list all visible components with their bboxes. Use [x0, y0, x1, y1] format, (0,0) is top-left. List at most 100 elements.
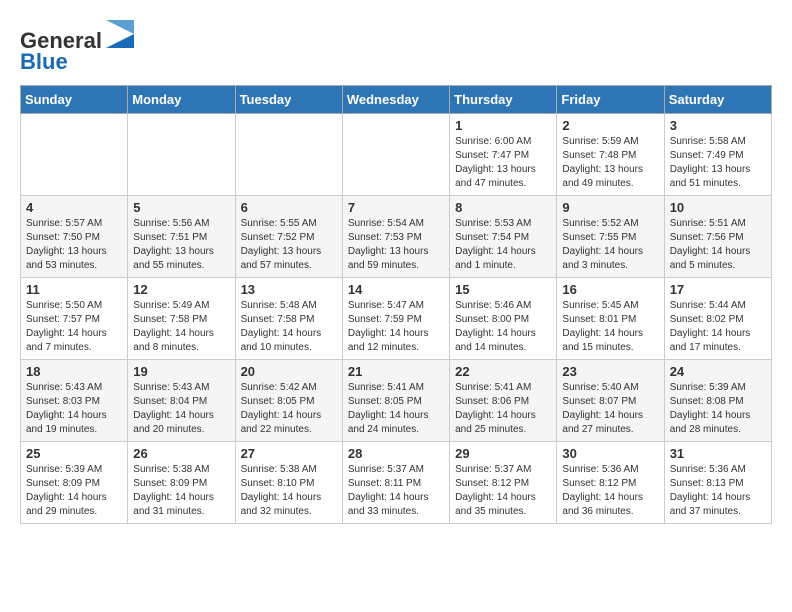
day-number: 20 [241, 364, 337, 379]
calendar-cell: 29Sunrise: 5:37 AM Sunset: 8:12 PM Dayli… [450, 442, 557, 524]
day-number: 4 [26, 200, 122, 215]
day-number: 16 [562, 282, 658, 297]
day-info: Sunrise: 5:44 AM Sunset: 8:02 PM Dayligh… [670, 299, 766, 355]
day-info: Sunrise: 5:41 AM Sunset: 8:06 PM Dayligh… [455, 381, 551, 437]
day-number: 5 [133, 200, 229, 215]
day-info: Sunrise: 5:43 AM Sunset: 8:03 PM Dayligh… [26, 381, 122, 437]
calendar-cell [235, 114, 342, 196]
day-info: Sunrise: 5:38 AM Sunset: 8:10 PM Dayligh… [241, 463, 337, 519]
calendar-cell: 6 Sunrise: 5:55 AM Sunset: 7:52 PM Daylig… [235, 196, 342, 278]
calendar-cell: 18 Sunrise: 5:43 AM Sunset: 8:03 PM Dayli… [21, 360, 128, 442]
day-number: 7 [348, 200, 444, 215]
day-number: 12 [133, 282, 229, 297]
day-number: 13 [241, 282, 337, 297]
day-info: Sunrise: 5:56 AM Sunset: 7:51 PM Dayligh… [133, 217, 229, 273]
day-number: 2 [562, 118, 658, 133]
day-number: 1 [455, 118, 551, 133]
calendar-cell: 7Sunrise: 5:54 AM Sunset: 7:53 PM Daylig… [342, 196, 449, 278]
day-info: Sunrise: 5:38 AM Sunset: 8:09 PM Dayligh… [133, 463, 229, 519]
logo-icon [106, 20, 134, 48]
calendar-cell: 12 Sunrise: 5:49 AM Sunset: 7:58 PM Dayli… [128, 278, 235, 360]
day-info: Sunrise: 5:37 AM Sunset: 8:11 PM Dayligh… [348, 463, 444, 519]
day-number: 18 [26, 364, 122, 379]
day-info: Sunrise: 5:53 AM Sunset: 7:54 PM Dayligh… [455, 217, 551, 273]
day-info: Sunrise: 5:42 AM Sunset: 8:05 PM Dayligh… [241, 381, 337, 437]
col-header-wednesday: Wednesday [342, 86, 449, 114]
calendar-cell: 2 Sunrise: 5:59 AM Sunset: 7:48 PM Daylig… [557, 114, 664, 196]
calendar-cell: 5 Sunrise: 5:56 AM Sunset: 7:51 PM Daylig… [128, 196, 235, 278]
day-info: Sunrise: 5:47 AM Sunset: 7:59 PM Dayligh… [348, 299, 444, 355]
day-info: Sunrise: 5:43 AM Sunset: 8:04 PM Dayligh… [133, 381, 229, 437]
calendar-cell: 21 Sunrise: 5:41 AM Sunset: 8:05 PM Dayli… [342, 360, 449, 442]
calendar-cell: 25 Sunrise: 5:39 AM Sunset: 8:09 PM Dayli… [21, 442, 128, 524]
calendar-cell: 27 Sunrise: 5:38 AM Sunset: 8:10 PM Dayli… [235, 442, 342, 524]
calendar-cell: 19 Sunrise: 5:43 AM Sunset: 8:04 PM Dayli… [128, 360, 235, 442]
day-info: Sunrise: 5:41 AM Sunset: 8:05 PM Dayligh… [348, 381, 444, 437]
calendar-cell: 23 Sunrise: 5:40 AM Sunset: 8:07 PM Dayli… [557, 360, 664, 442]
day-number: 26 [133, 446, 229, 461]
calendar-cell: 22 Sunrise: 5:41 AM Sunset: 8:06 PM Dayli… [450, 360, 557, 442]
day-info: Sunrise: 5:55 AM Sunset: 7:52 PM Dayligh… [241, 217, 337, 273]
calendar-cell: 30 Sunrise: 5:36 AM Sunset: 8:12 PM Dayli… [557, 442, 664, 524]
page-header: General Blue [20, 20, 772, 75]
col-header-sunday: Sunday [21, 86, 128, 114]
day-info: Sunrise: 5:58 AM Sunset: 7:49 PM Dayligh… [670, 135, 766, 191]
col-header-thursday: Thursday [450, 86, 557, 114]
calendar-cell: 13 Sunrise: 5:48 AM Sunset: 7:58 PM Dayli… [235, 278, 342, 360]
day-info: Sunrise: 5:36 AM Sunset: 8:13 PM Dayligh… [670, 463, 766, 519]
calendar-cell: 15 Sunrise: 5:46 AM Sunset: 8:00 PM Dayli… [450, 278, 557, 360]
day-info: Sunrise: 6:00 AM Sunset: 7:47 PM Dayligh… [455, 135, 551, 191]
week-row-4: 18 Sunrise: 5:43 AM Sunset: 8:03 PM Dayli… [21, 360, 772, 442]
calendar-cell: 17Sunrise: 5:44 AM Sunset: 8:02 PM Dayli… [664, 278, 771, 360]
calendar-cell: 20 Sunrise: 5:42 AM Sunset: 8:05 PM Dayli… [235, 360, 342, 442]
day-number: 15 [455, 282, 551, 297]
col-header-saturday: Saturday [664, 86, 771, 114]
day-info: Sunrise: 5:46 AM Sunset: 8:00 PM Dayligh… [455, 299, 551, 355]
day-number: 6 [241, 200, 337, 215]
day-info: Sunrise: 5:45 AM Sunset: 8:01 PM Dayligh… [562, 299, 658, 355]
day-info: Sunrise: 5:51 AM Sunset: 7:56 PM Dayligh… [670, 217, 766, 273]
day-number: 25 [26, 446, 122, 461]
day-number: 9 [562, 200, 658, 215]
day-info: Sunrise: 5:39 AM Sunset: 8:09 PM Dayligh… [26, 463, 122, 519]
calendar-cell: 31 Sunrise: 5:36 AM Sunset: 8:13 PM Dayli… [664, 442, 771, 524]
day-number: 24 [670, 364, 766, 379]
calendar-cell: 14 Sunrise: 5:47 AM Sunset: 7:59 PM Dayli… [342, 278, 449, 360]
day-info: Sunrise: 5:49 AM Sunset: 7:58 PM Dayligh… [133, 299, 229, 355]
calendar-cell: 1 Sunrise: 6:00 AM Sunset: 7:47 PM Daylig… [450, 114, 557, 196]
calendar-cell: 4Sunrise: 5:57 AM Sunset: 7:50 PM Daylig… [21, 196, 128, 278]
week-row-1: 1 Sunrise: 6:00 AM Sunset: 7:47 PM Daylig… [21, 114, 772, 196]
day-number: 28 [348, 446, 444, 461]
day-info: Sunrise: 5:40 AM Sunset: 8:07 PM Dayligh… [562, 381, 658, 437]
col-header-tuesday: Tuesday [235, 86, 342, 114]
calendar-cell: 10Sunrise: 5:51 AM Sunset: 7:56 PM Dayli… [664, 196, 771, 278]
calendar-cell: 24Sunrise: 5:39 AM Sunset: 8:08 PM Dayli… [664, 360, 771, 442]
day-info: Sunrise: 5:59 AM Sunset: 7:48 PM Dayligh… [562, 135, 658, 191]
calendar-cell [128, 114, 235, 196]
calendar-cell: 16 Sunrise: 5:45 AM Sunset: 8:01 PM Dayli… [557, 278, 664, 360]
week-row-3: 11Sunrise: 5:50 AM Sunset: 7:57 PM Dayli… [21, 278, 772, 360]
day-number: 8 [455, 200, 551, 215]
day-number: 30 [562, 446, 658, 461]
day-number: 14 [348, 282, 444, 297]
calendar-cell: 8 Sunrise: 5:53 AM Sunset: 7:54 PM Daylig… [450, 196, 557, 278]
day-info: Sunrise: 5:48 AM Sunset: 7:58 PM Dayligh… [241, 299, 337, 355]
col-header-monday: Monday [128, 86, 235, 114]
day-number: 3 [670, 118, 766, 133]
calendar-cell: 28 Sunrise: 5:37 AM Sunset: 8:11 PM Dayli… [342, 442, 449, 524]
calendar-cell: 9 Sunrise: 5:52 AM Sunset: 7:55 PM Daylig… [557, 196, 664, 278]
day-number: 23 [562, 364, 658, 379]
calendar-cell: 11Sunrise: 5:50 AM Sunset: 7:57 PM Dayli… [21, 278, 128, 360]
day-number: 19 [133, 364, 229, 379]
week-row-5: 25 Sunrise: 5:39 AM Sunset: 8:09 PM Dayli… [21, 442, 772, 524]
day-number: 22 [455, 364, 551, 379]
day-info: Sunrise: 5:50 AM Sunset: 7:57 PM Dayligh… [26, 299, 122, 355]
day-number: 27 [241, 446, 337, 461]
day-info: Sunrise: 5:52 AM Sunset: 7:55 PM Dayligh… [562, 217, 658, 273]
day-info: Sunrise: 5:36 AM Sunset: 8:12 PM Dayligh… [562, 463, 658, 519]
day-number: 31 [670, 446, 766, 461]
col-header-friday: Friday [557, 86, 664, 114]
day-number: 21 [348, 364, 444, 379]
calendar-cell [342, 114, 449, 196]
week-row-2: 4Sunrise: 5:57 AM Sunset: 7:50 PM Daylig… [21, 196, 772, 278]
